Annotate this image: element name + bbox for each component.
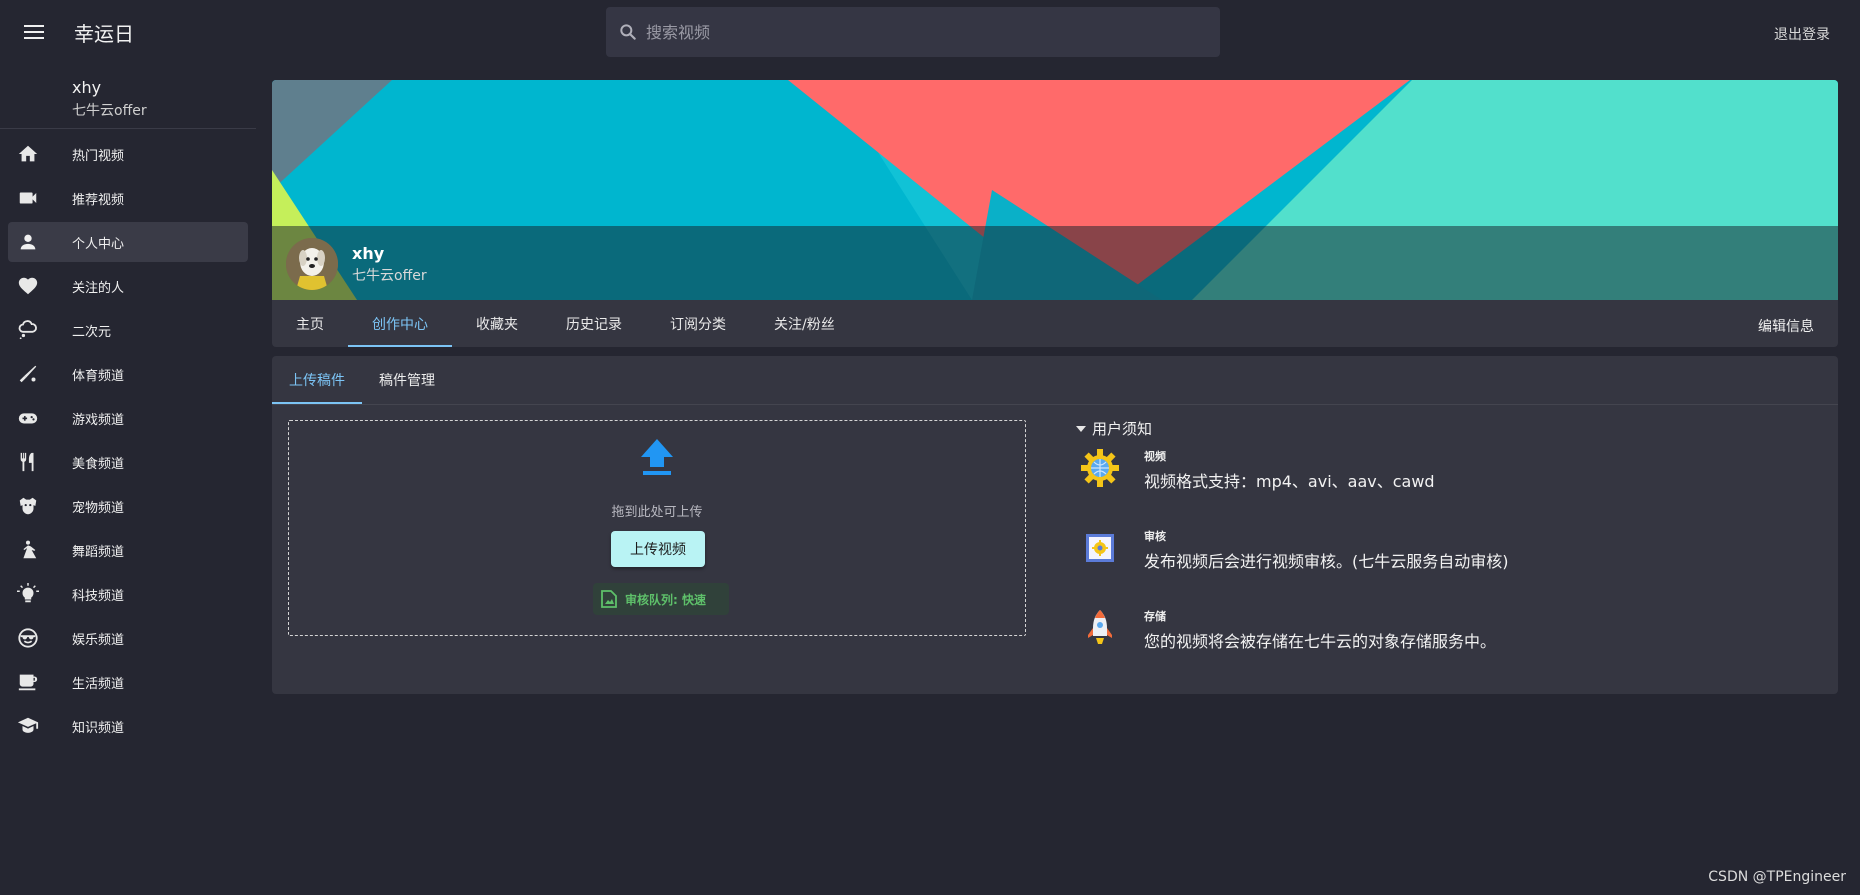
sidebar-item-label: 美食频道	[72, 456, 125, 472]
app-title: 幸运日	[74, 22, 134, 46]
profile-card: xhy 七牛云offer 主页 创作中心 收藏夹 历史记录 订阅分类 关注/粉丝…	[272, 80, 1838, 347]
dropzone-hint: 拖到此处可上传	[611, 505, 703, 520]
user-notice-title: 用户须知	[1092, 420, 1153, 438]
review-queue-label: 审核队列: 快速	[625, 592, 706, 607]
tab-follow-fans[interactable]: 关注/粉丝	[750, 300, 859, 347]
search-input[interactable]	[646, 22, 1186, 42]
sidebar-item-label: 个人中心	[72, 236, 125, 252]
notice-storage-desc: 您的视频将会被存储在七牛云的对象存储服务中。	[1144, 632, 1497, 651]
sidebar-item-label: 宠物频道	[72, 500, 125, 516]
creation-tabs: 上传稿件 稿件管理	[272, 356, 452, 404]
sidebar-item-label: 生活频道	[72, 676, 125, 692]
sidebar-profile: xhy 七牛云offer	[72, 78, 147, 120]
banner-user-subtitle: 七牛云offer	[352, 267, 427, 284]
video-camera-icon	[16, 186, 40, 210]
tab-subscriptions[interactable]: 订阅分类	[646, 300, 750, 347]
notice-review-title: 审核	[1144, 530, 1166, 543]
watermark: CSDN @TPEngineer	[1708, 869, 1846, 885]
sidebar-item-tech[interactable]: 科技频道	[8, 574, 248, 614]
dance-icon	[16, 538, 40, 562]
upload-arrow-icon	[639, 437, 675, 481]
sidebar-item-hot-videos[interactable]: 热门视频	[8, 134, 248, 174]
search-icon	[620, 24, 636, 40]
notice-storage-title: 存储	[1144, 610, 1166, 623]
sidebar-item-pets[interactable]: 宠物频道	[8, 486, 248, 526]
upload-dropzone[interactable]: 拖到此处可上传 上传视频 审核队列: 快速	[288, 420, 1026, 636]
sidebar-user-name: xhy	[72, 78, 102, 97]
banner-user-name: xhy	[352, 243, 385, 263]
sidebar-item-label: 游戏频道	[72, 412, 125, 428]
heart-icon	[16, 274, 40, 298]
sidebar-item-label: 推荐视频	[72, 192, 125, 208]
edit-info-button[interactable]: 编辑信息	[1758, 316, 1814, 336]
caret-down-icon	[1076, 425, 1086, 432]
profile-tabs: 主页 创作中心 收藏夹 历史记录 订阅分类 关注/粉丝	[272, 300, 1838, 347]
top-app-bar: 幸运日 退出登录	[0, 0, 1860, 64]
tab-history[interactable]: 历史记录	[542, 300, 646, 347]
sidebar-item-label: 二次元	[72, 324, 112, 340]
tab-upload-manuscript[interactable]: 上传稿件	[272, 356, 362, 404]
sidebar-item-food[interactable]: 美食频道	[8, 442, 248, 482]
gamepad-icon	[16, 406, 40, 430]
sidebar-item-anime[interactable]: 二次元	[8, 310, 248, 350]
user-notice: 用户须知 视频 视频格式支持：mp4、avi、aav、cawd 审核 发布视频后…	[1070, 418, 1810, 651]
person-icon	[16, 230, 40, 254]
sidebar-item-label: 娱乐频道	[72, 632, 125, 648]
user-notice-toggle[interactable]: 用户须知	[1070, 418, 1810, 439]
notice-review-desc: 发布视频后会进行视频审核。(七牛云服务自动审核)	[1144, 552, 1509, 571]
pet-icon	[16, 494, 40, 518]
avatar[interactable]	[286, 238, 338, 290]
sidebar-item-entertainment[interactable]: 娱乐频道	[8, 618, 248, 658]
image-file-icon	[601, 590, 617, 608]
notice-item-video: 视频 视频格式支持：mp4、avi、aav、cawd	[1070, 448, 1435, 492]
logout-button[interactable]: 退出登录	[1774, 24, 1830, 44]
sunglasses-face-icon	[16, 626, 40, 650]
review-queue-badge: 审核队列: 快速	[593, 583, 729, 615]
banner-background	[272, 80, 1838, 300]
sidebar-item-label: 舞蹈频道	[72, 544, 125, 560]
sidebar-user-subtitle: 七牛云offer	[72, 103, 147, 119]
sidebar-item-recommended[interactable]: 推荐视频	[8, 178, 248, 218]
sidebar-item-sports[interactable]: 体育频道	[8, 354, 248, 394]
sidebar-item-label: 科技频道	[72, 588, 125, 604]
sidebar-item-knowledge[interactable]: 知识频道	[8, 706, 248, 746]
sidebar-item-following[interactable]: 关注的人	[8, 266, 248, 306]
search-box[interactable]	[606, 7, 1220, 57]
gear-globe-icon	[1080, 448, 1120, 488]
tab-favorites[interactable]: 收藏夹	[452, 300, 542, 347]
tab-creation-center[interactable]: 创作中心	[348, 300, 452, 347]
notice-video-desc: 视频格式支持：mp4、avi、aav、cawd	[1144, 472, 1435, 491]
fork-knife-icon	[16, 450, 40, 474]
sidebar-divider	[0, 128, 256, 129]
baseball-bat-icon	[16, 362, 40, 386]
banner-user: xhy 七牛云offer	[286, 238, 427, 290]
sidebar-item-games[interactable]: 游戏频道	[8, 398, 248, 438]
cloud-thought-icon	[16, 318, 40, 342]
rocket-icon	[1080, 608, 1120, 648]
sidebar-item-life[interactable]: 生活频道	[8, 662, 248, 702]
upload-video-button[interactable]: 上传视频	[611, 531, 705, 567]
graduation-icon	[16, 714, 40, 738]
menu-icon[interactable]	[14, 14, 54, 50]
profile-banner	[272, 80, 1838, 300]
tab-manuscript-management[interactable]: 稿件管理	[362, 356, 452, 404]
chip-gear-icon	[1080, 528, 1120, 568]
lightbulb-icon	[16, 582, 40, 606]
sidebar-nav: 热门视频 推荐视频 个人中心 关注的人 二次元 体育频道 游戏频道 美食频道 宠…	[8, 134, 248, 750]
notice-item-storage: 存储 您的视频将会被存储在七牛云的对象存储服务中。	[1070, 608, 1496, 652]
home-icon	[16, 142, 40, 166]
sidebar-item-label: 关注的人	[72, 280, 125, 296]
sidebar-item-personal-center[interactable]: 个人中心	[8, 222, 248, 262]
creation-card: 上传稿件 稿件管理 拖到此处可上传 上传视频 审核队列: 快速 用户须知 视频 …	[272, 356, 1838, 694]
creation-tabs-divider	[272, 404, 1838, 405]
notice-video-title: 视频	[1144, 450, 1166, 463]
tab-home[interactable]: 主页	[272, 300, 348, 347]
sidebar-item-label: 热门视频	[72, 148, 125, 164]
coffee-cup-icon	[16, 670, 40, 694]
sidebar: xhy 七牛云offer 热门视频 推荐视频 个人中心 关注的人 二次元 体育频…	[0, 64, 256, 895]
notice-item-review: 审核 发布视频后会进行视频审核。(七牛云服务自动审核)	[1070, 528, 1509, 572]
sidebar-item-label: 知识频道	[72, 720, 125, 736]
sidebar-item-dance[interactable]: 舞蹈频道	[8, 530, 248, 570]
sidebar-item-label: 体育频道	[72, 368, 125, 384]
